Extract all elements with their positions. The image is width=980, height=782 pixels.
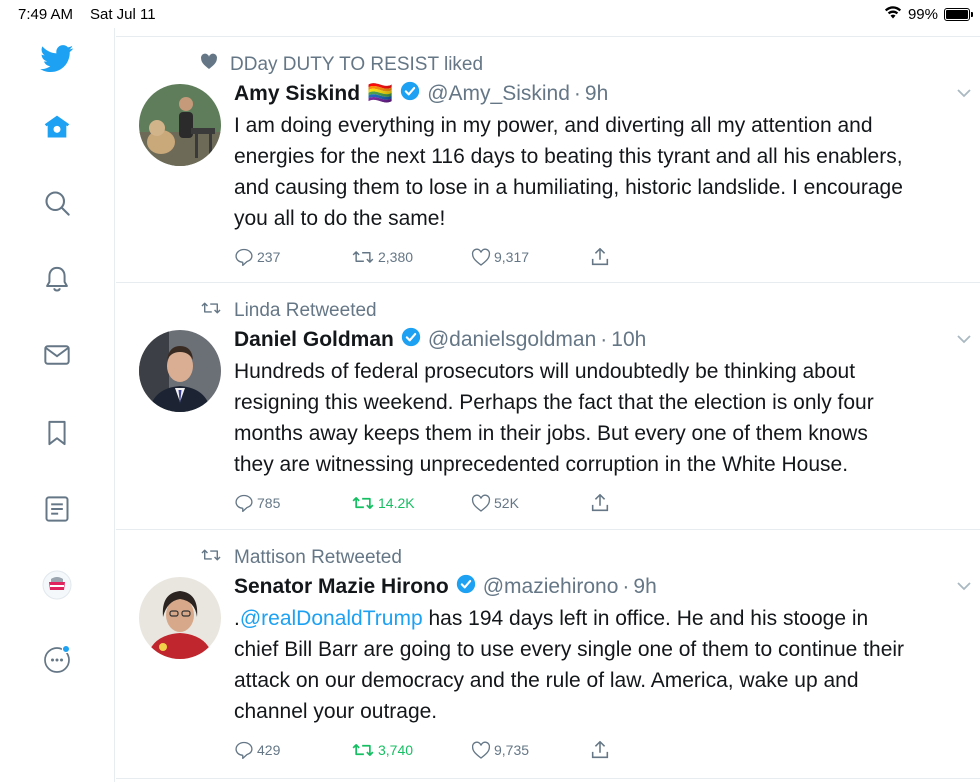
reply-button[interactable]: 429 — [234, 740, 351, 760]
timeline[interactable]: DDay DUTY TO RESIST liked Amy Siskind 🏳️… — [116, 28, 980, 782]
home-icon[interactable] — [38, 108, 76, 146]
chevron-down-icon[interactable] — [956, 85, 972, 103]
tweet-text-line: I am doing everything in my power, and d… — [234, 114, 873, 137]
reply-button[interactable]: 237 — [234, 247, 351, 267]
separator-dot: · — [600, 328, 608, 351]
tweet-actions: 237 2,380 9,317 — [234, 245, 611, 269]
tweet-text: I am doing everything in my power, and d… — [234, 110, 974, 234]
twitter-logo-icon[interactable] — [38, 40, 76, 78]
like-count: 52K — [494, 495, 519, 511]
handle[interactable]: @danielsgoldman — [428, 328, 596, 352]
search-icon[interactable] — [38, 184, 76, 222]
tweet-text-line: resigning this weekend. Perhaps the fact… — [234, 391, 874, 414]
tweet-text-line: energies for the next 116 days to beatin… — [234, 145, 903, 168]
tweet-actions: 429 3,740 9,735 — [234, 738, 611, 762]
display-name[interactable]: Senator Mazie Hirono — [234, 575, 449, 599]
tweet-text-line: months away keeps them in their jobs. Bu… — [234, 422, 868, 445]
social-context: Mattison Retweeted — [200, 546, 402, 570]
tweet-text-line: channel your outrage. — [234, 700, 438, 723]
status-bar: 7:49 AM Sat Jul 11 99% — [0, 0, 980, 28]
chevron-down-icon[interactable] — [956, 331, 972, 349]
like-button[interactable]: 9,735 — [471, 741, 589, 760]
handle[interactable]: @maziehirono — [483, 575, 619, 599]
avatar[interactable] — [139, 84, 221, 166]
more-icon[interactable] — [38, 640, 76, 678]
tweet-header: Amy Siskind 🏳️‍🌈 @Amy_Siskind · 9h — [234, 81, 608, 107]
avatar[interactable] — [139, 577, 221, 659]
wifi-icon — [884, 5, 902, 23]
retweet-count: 14.2K — [378, 495, 415, 511]
reply-count: 785 — [257, 495, 281, 511]
tweet-text-line: .@realDonaldTrump has 194 days left in o… — [234, 603, 974, 634]
tweet-header: Daniel Goldman @danielsgoldman · 10h — [234, 327, 646, 353]
tweet-header: Senator Mazie Hirono @maziehirono · 9h — [234, 574, 657, 600]
tweet-actions: 785 14.2K 52K — [234, 491, 611, 515]
social-context: Linda Retweeted — [200, 299, 377, 323]
like-button[interactable]: 9,317 — [471, 248, 589, 267]
tweet[interactable]: Linda Retweeted Daniel Goldman @danielsg… — [116, 283, 980, 530]
display-name[interactable]: Amy Siskind — [234, 82, 360, 106]
display-name[interactable]: Daniel Goldman — [234, 328, 394, 352]
tweet-text-line: they are witnessing unprecedented corrup… — [234, 453, 849, 476]
social-context-text: Linda Retweeted — [234, 300, 377, 321]
verified-badge-icon — [400, 81, 420, 107]
tweet-text: Hundreds of federal prosecutors will und… — [234, 356, 974, 480]
share-button[interactable] — [589, 246, 611, 268]
reply-count: 429 — [257, 742, 281, 758]
profile-avatar-icon[interactable] — [38, 566, 76, 604]
share-button[interactable] — [589, 492, 611, 514]
battery-icon — [944, 7, 973, 21]
timestamp[interactable]: 9h — [633, 575, 656, 599]
separator-dot: · — [573, 82, 581, 105]
like-button[interactable]: 52K — [471, 494, 589, 513]
social-context-text: DDay DUTY TO RESIST liked — [230, 53, 484, 75]
battery-level — [946, 9, 968, 19]
bell-icon[interactable] — [38, 260, 76, 298]
status-right: 99% — [884, 5, 973, 23]
retweet-count: 2,380 — [378, 249, 414, 265]
tweet-text: .@realDonaldTrump has 194 days left in o… — [234, 603, 974, 727]
reply-count: 237 — [257, 249, 281, 265]
retweet-button[interactable]: 14.2K — [351, 493, 471, 513]
chevron-down-icon[interactable] — [956, 578, 972, 596]
list-icon[interactable] — [38, 490, 76, 528]
text-rest: has 194 days left in office. He and his … — [422, 607, 869, 630]
like-count: 9,735 — [494, 742, 530, 758]
verified-badge-icon — [456, 574, 476, 600]
tweet[interactable]: DDay DUTY TO RESIST liked Amy Siskind 🏳️… — [116, 37, 980, 283]
retweet-button[interactable]: 2,380 — [351, 247, 471, 267]
tweet-text-line: you all to do the same! — [234, 207, 446, 230]
handle[interactable]: @Amy_Siskind — [427, 82, 570, 106]
mail-icon[interactable] — [38, 336, 76, 374]
tweet-text-line: Hundreds of federal prosecutors will und… — [234, 360, 856, 383]
status-time: 7:49 AM — [18, 6, 74, 23]
social-context-text: Mattison Retweeted — [234, 547, 402, 568]
heart-filled-icon — [200, 53, 218, 76]
tweet-text-line: chief Bill Barr are going to use every s… — [234, 638, 905, 661]
verified-badge-icon — [401, 327, 421, 353]
status-date: Sat Jul 11 — [90, 6, 156, 23]
sidebar-nav — [0, 28, 115, 782]
battery-percent: 99% — [907, 5, 938, 23]
avatar[interactable] — [139, 330, 221, 412]
like-count: 9,317 — [494, 249, 530, 265]
mention-link[interactable]: @realDonaldTrump — [240, 607, 423, 630]
social-context: DDay DUTY TO RESIST liked — [200, 53, 483, 76]
retweet-count: 3,740 — [378, 742, 414, 758]
separator-dot: · — [622, 575, 630, 598]
timestamp[interactable]: 9h — [585, 82, 608, 106]
tweet-text-line: and causing them to lose in a humiliatin… — [234, 176, 903, 199]
tweet-text-line: attack on our democracy and the rule of … — [234, 669, 859, 692]
reply-button[interactable]: 785 — [234, 493, 351, 513]
retweet-icon — [200, 299, 222, 323]
retweet-icon — [200, 546, 222, 570]
tweet[interactable]: Mattison Retweeted Senator Mazie Hirono … — [116, 530, 980, 779]
pride-flag-emoji: 🏳️‍🌈 — [367, 82, 394, 105]
share-button[interactable] — [589, 739, 611, 761]
timestamp[interactable]: 10h — [611, 328, 646, 352]
bookmark-icon[interactable] — [38, 414, 76, 452]
retweet-button[interactable]: 3,740 — [351, 740, 471, 760]
